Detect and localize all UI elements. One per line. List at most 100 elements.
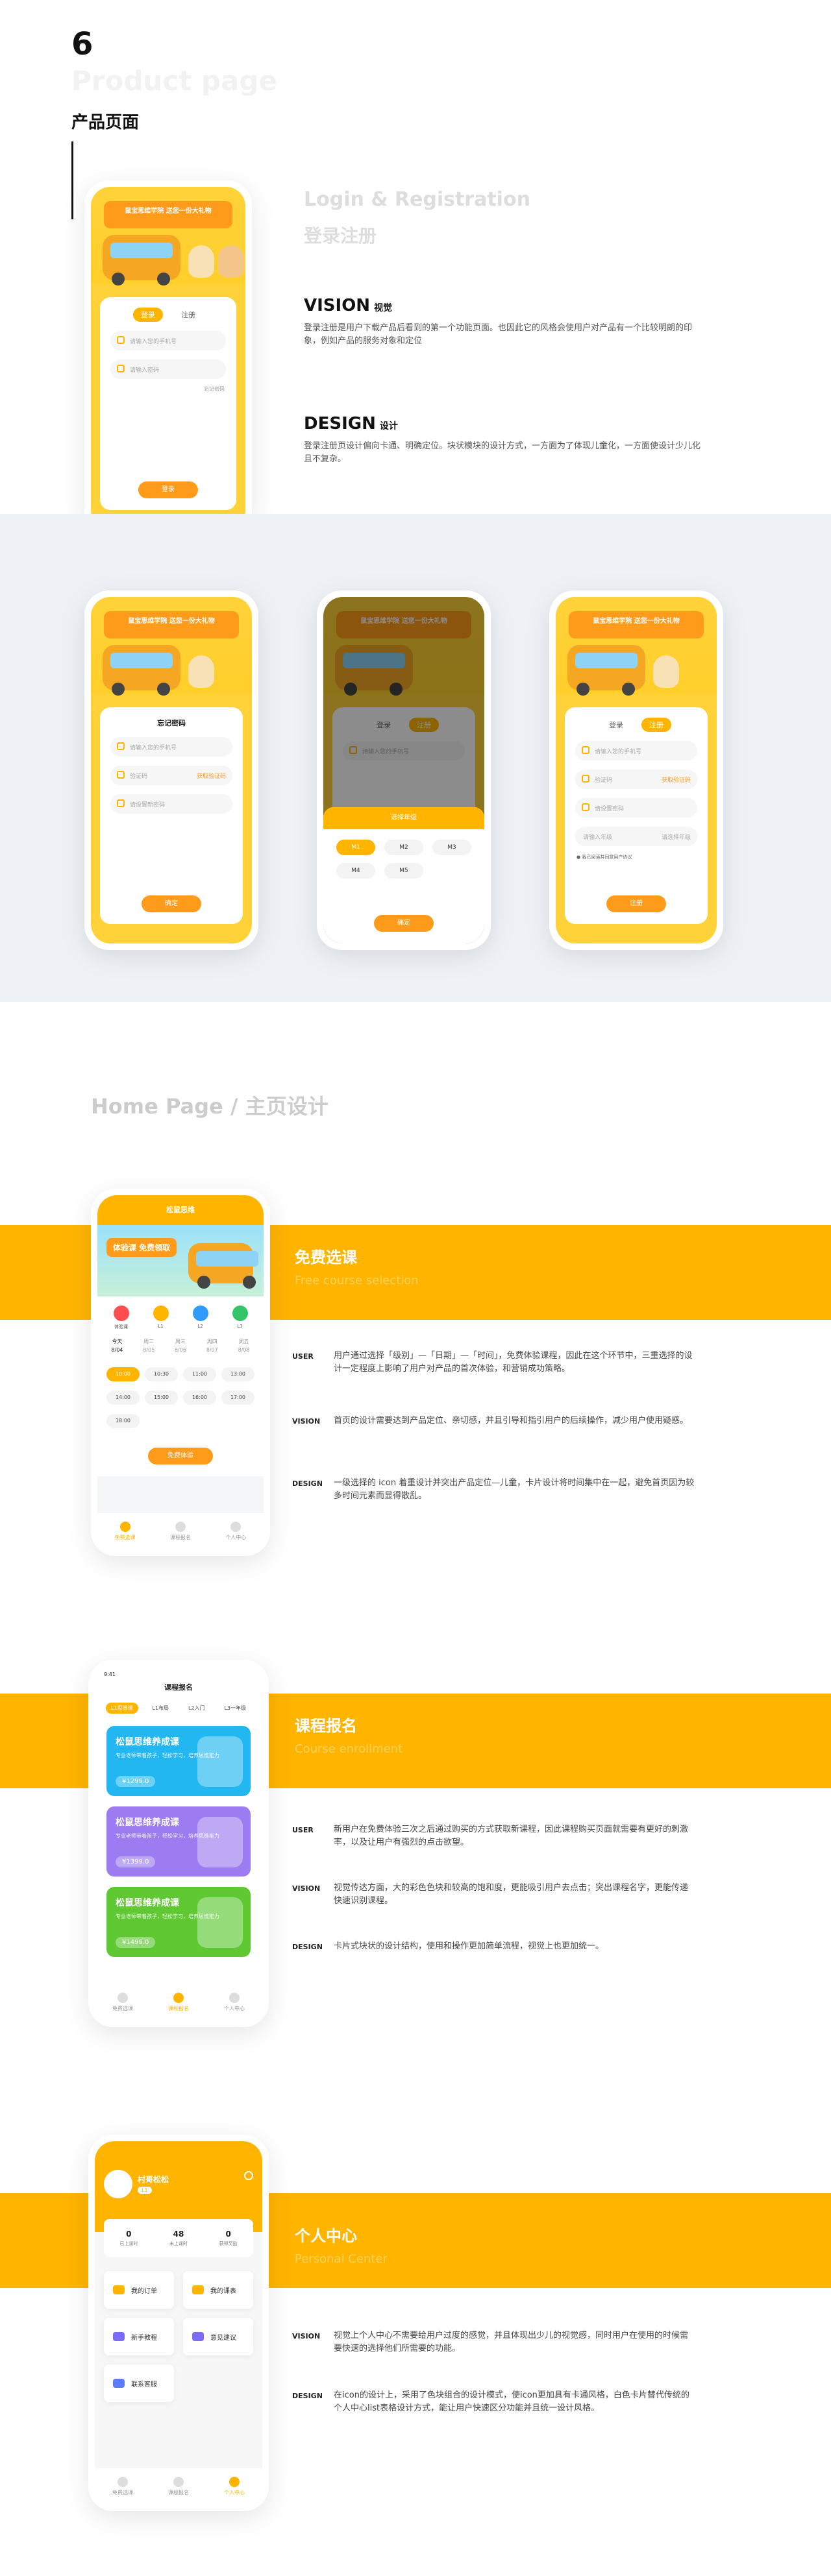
- get-code-button[interactable]: 获取验证码: [197, 772, 226, 780]
- grade-option[interactable]: M1: [336, 840, 375, 855]
- nav-icon: [119, 1522, 130, 1532]
- nav-icon: [173, 1993, 184, 2003]
- date-item[interactable]: 周二 8/05: [143, 1338, 155, 1353]
- bus-illustration: [103, 235, 180, 286]
- free-title-en: Free course selection: [295, 1274, 419, 1287]
- course-tab[interactable]: L1布局: [147, 1703, 174, 1714]
- nav-tab[interactable]: 免费选课: [115, 1522, 136, 1541]
- new-password-input[interactable]: 请设置新密码: [110, 794, 232, 814]
- nav-tab[interactable]: 免费选课: [112, 1993, 133, 2012]
- time-slot[interactable]: 14:00: [106, 1391, 140, 1405]
- section-title-en: Product page: [71, 65, 277, 97]
- time-slot[interactable]: 13:00: [221, 1367, 254, 1381]
- design-text: 登录注册页设计偏向卡通、明确定位。块状模块的设计方式，一方面为了体现儿童化，一方…: [304, 441, 701, 464]
- category-item[interactable]: 体验课: [113, 1306, 129, 1330]
- squirrel-illustration: [188, 245, 214, 278]
- time-slot[interactable]: 16:00: [183, 1391, 216, 1405]
- grade-option[interactable]: M3: [432, 840, 471, 855]
- category-item[interactable]: L2: [192, 1306, 208, 1330]
- menu-icon: [113, 2379, 125, 2388]
- time-slot[interactable]: 15:00: [145, 1391, 178, 1405]
- menu-item[interactable]: 联系客服: [104, 2364, 174, 2402]
- free-title-cn: 免费选课: [295, 1248, 357, 1267]
- course-card[interactable]: 松鼠思维养成课 专业老师带着孩子，轻松学习，培养思维能力 ¥1399.0: [106, 1806, 251, 1877]
- nav-tab[interactable]: 课程报名: [170, 1522, 191, 1541]
- course-card[interactable]: 松鼠思维养成课 专业老师带着孩子，轻松学习，培养思维能力 ¥1499.0: [106, 1887, 251, 1957]
- time-slot[interactable]: 10:30: [145, 1367, 178, 1381]
- course-design-text: 卡片式块状的设计结构，使用和操作更加简单流程，视觉上也更加统一。: [334, 1941, 604, 1951]
- confirm-button[interactable]: 确定: [142, 895, 201, 912]
- forgot-link[interactable]: 忘记密码: [112, 385, 225, 393]
- nav-tab[interactable]: 个人中心: [224, 2477, 245, 2496]
- category-item[interactable]: L1: [153, 1306, 169, 1330]
- course-vision-text: 视觉传达方面，大的彩色色块和较高的饱和度，更能吸引用户去点击；突出课程名字，更能…: [334, 1883, 689, 1906]
- course-card[interactable]: 松鼠思维养成课 专业老师带着孩子，轻松学习，培养思维能力 ¥1299.0: [106, 1726, 251, 1796]
- grade-select[interactable]: 请输入年级 请选择年级: [575, 827, 697, 846]
- agree-checkbox[interactable]: ● 我已阅读并同意用户协议: [577, 854, 696, 860]
- course-tab[interactable]: L1思维课: [105, 1703, 138, 1714]
- center-title-cn: 个人中心: [295, 2227, 357, 2245]
- nav-tab[interactable]: 个人中心: [224, 1993, 245, 2012]
- phone-input[interactable]: 请输入您的手机号: [110, 331, 226, 350]
- nav-tab[interactable]: 免费选课: [112, 2477, 133, 2496]
- nav-icon: [118, 2477, 128, 2487]
- menu-item[interactable]: 新手教程: [104, 2318, 174, 2355]
- free-trial-button[interactable]: 免费体验: [148, 1448, 213, 1464]
- time-slot[interactable]: 10:00: [106, 1367, 140, 1381]
- course-title-en: Course enrollment: [295, 1742, 403, 1756]
- grade-option[interactable]: M4: [336, 863, 375, 879]
- login-phone-main: 鼠宝思维学院 送您一份大礼物 登录 注册 请输入您的手机号 请输入密码 忘记密码…: [84, 180, 252, 536]
- nav-icon: [173, 2477, 184, 2487]
- vision-text: 登录注册是用户下载产品后看到的第一个功能页面。也因此它的风格会使用户对产品有一个…: [304, 323, 693, 346]
- gear-icon[interactable]: [244, 2171, 253, 2180]
- course-tab[interactable]: L2入门: [183, 1703, 210, 1714]
- hero-banner: 鼠宝思维学院 送您一份大礼物: [104, 201, 232, 228]
- course-illustration: [197, 1897, 243, 1948]
- nav-tab[interactable]: 个人中心: [225, 1522, 246, 1541]
- avatar[interactable]: [104, 2170, 132, 2198]
- free-design-text: 一级选择的 icon 着重设计并突出产品定位—儿童，卡片设计将时间集中在一起，避…: [334, 1478, 695, 1501]
- grade-phone: 鼠宝思维学院 送您一份大礼物 登录 注册 请输入您的手机号 选择年级 M1 M2 M3…: [317, 590, 491, 950]
- register-phone: 鼠宝思维学院 送您一份大礼物 登录 注册 请输入您的手机号 验证码 获取验证码 请设…: [549, 590, 723, 950]
- free-user-text: 用户通过选择「级别」—「日期」—「时间」，免费体验课程，因此在这个环节中，三重选…: [334, 1351, 693, 1374]
- section-number: 6: [71, 26, 93, 62]
- date-item[interactable]: 周五 8/08: [238, 1338, 250, 1353]
- grade-sheet: 选择年级 M1 M2 M3 M4 M5 确定: [323, 807, 484, 943]
- phone-input[interactable]: 请输入您的手机号: [110, 737, 232, 757]
- menu-item[interactable]: 意见建议: [183, 2318, 253, 2355]
- date-item[interactable]: 周四 8/07: [206, 1338, 218, 1353]
- date-item[interactable]: 今天 8/04: [111, 1338, 123, 1353]
- section-title-cn: 产品页面: [71, 113, 140, 132]
- tab-register[interactable]: 注册: [173, 308, 203, 322]
- menu-item[interactable]: 我的课表: [183, 2271, 253, 2309]
- register-button[interactable]: 注册: [606, 895, 666, 912]
- code-input[interactable]: 验证码 获取验证码: [110, 766, 232, 785]
- time-slot[interactable]: 11:00: [183, 1367, 216, 1381]
- center-title-en: Personal Center: [295, 2252, 388, 2266]
- nav-tab[interactable]: 课程报名: [168, 1993, 189, 2012]
- date-item[interactable]: 周三 8/06: [175, 1338, 186, 1353]
- course-tab[interactable]: L3一年级: [219, 1703, 251, 1714]
- center-design-text: 在icon的设计上，采用了色块组合的设计模式，使icon更加具有卡通风格，白色卡…: [334, 2390, 689, 2413]
- tab-login[interactable]: 登录: [133, 308, 163, 322]
- grade-option[interactable]: M2: [384, 840, 423, 855]
- category-item[interactable]: L3: [232, 1306, 248, 1330]
- free-phone: 松鼠思维 体验课 免费领取 体验课 L1 L2 L3 今天 8/04 周二 8/05 周三 8/…: [91, 1189, 270, 1556]
- menu-icon: [192, 2285, 204, 2294]
- stat-item: 0 获得奖励: [219, 2229, 238, 2246]
- nav-icon: [118, 1993, 128, 2003]
- menu-item[interactable]: 我的订单: [104, 2271, 174, 2309]
- login-title-cn: 登录注册: [304, 225, 377, 247]
- time-slot[interactable]: 18:00: [106, 1414, 140, 1428]
- grade-option[interactable]: M5: [384, 863, 423, 879]
- login-button[interactable]: 登录: [138, 481, 198, 498]
- password-input[interactable]: 请输入密码: [110, 359, 226, 379]
- grade-confirm-button[interactable]: 确定: [374, 915, 434, 932]
- nav-icon: [229, 2477, 240, 2487]
- nav-icon: [175, 1522, 186, 1532]
- home-banner[interactable]: 体验课 免费领取: [97, 1225, 264, 1296]
- time-slot[interactable]: 17:00: [221, 1391, 254, 1405]
- nav-tab[interactable]: 课程报名: [168, 2477, 189, 2496]
- course-price: ¥1399.0: [116, 1856, 156, 1867]
- menu-icon: [113, 2285, 125, 2294]
